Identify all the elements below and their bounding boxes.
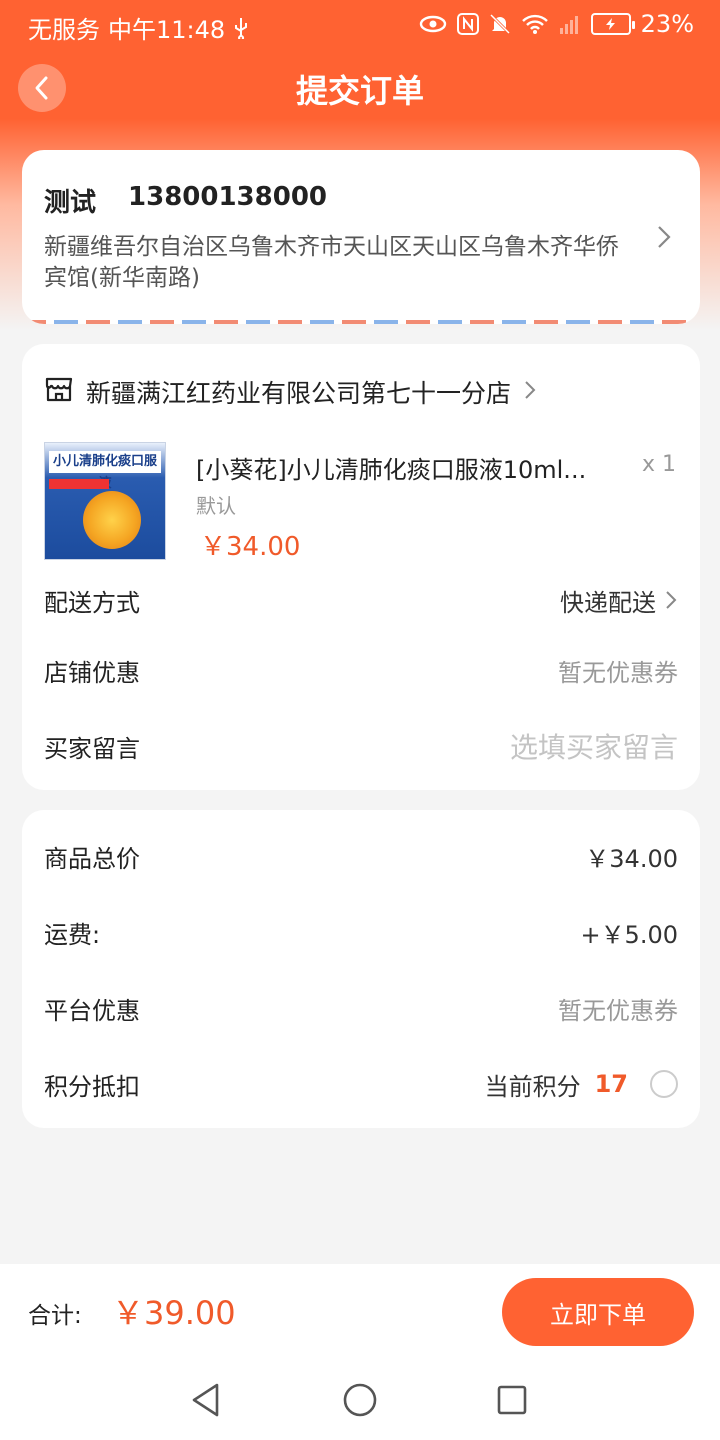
envelope-border — [22, 320, 700, 324]
battery-percent: 23% — [640, 10, 694, 38]
delivery-method-row[interactable]: 配送方式 快递配送 — [44, 580, 678, 620]
shipping-value: +￥5.00 — [580, 920, 678, 949]
total-amount: ￥39.00 — [112, 1294, 236, 1332]
recipient-phone: 13800138000 — [128, 182, 328, 212]
total-label: 合计: — [28, 1303, 82, 1329]
platform-discount-row[interactable]: 平台优惠 暂无优惠券 — [44, 988, 678, 1028]
address-card[interactable]: 测试 13800138000 新疆维吾尔自治区乌鲁木齐市天山区天山区乌鲁木齐华侨… — [22, 150, 700, 324]
goods-total-row: 商品总价 ￥34.00 — [44, 836, 678, 876]
product-price: ￥34.00 — [200, 532, 301, 562]
eye-icon — [419, 15, 447, 33]
product-image-label: 小儿清肺化痰口服液 — [49, 451, 161, 491]
points-value: 17 — [594, 1070, 628, 1098]
delivery-label: 配送方式 — [44, 588, 140, 617]
goods-total-value: ￥34.00 — [585, 844, 678, 873]
platform-discount-label: 平台优惠 — [44, 996, 140, 1025]
chevron-right-icon — [666, 591, 677, 609]
chevron-right-icon — [656, 224, 672, 254]
store-row[interactable]: 新疆满江红药业有限公司第七十一分店 — [44, 374, 537, 410]
home-circle-icon[interactable] — [340, 1380, 380, 1420]
battery-icon — [590, 13, 635, 35]
store-discount-value: 暂无优惠券 — [558, 658, 678, 687]
product-quantity: x 1 — [641, 452, 676, 477]
shipping-row: 运费: +￥5.00 — [44, 912, 678, 952]
back-triangle-icon[interactable] — [186, 1380, 226, 1420]
recipient-name: 测试 — [44, 188, 97, 218]
goods-total-label: 商品总价 — [44, 844, 140, 873]
platform-discount-value: 暂无优惠券 — [558, 996, 678, 1025]
submit-order-button[interactable]: 立即下单 — [502, 1278, 694, 1346]
recents-square-icon[interactable] — [492, 1380, 532, 1420]
wifi-icon — [521, 13, 549, 35]
delivery-value: 快递配送 — [560, 588, 656, 617]
address-detail: 新疆维吾尔自治区乌鲁木齐市天山区天山区乌鲁木齐华侨宾馆(新华南路) — [44, 234, 619, 291]
checkout-footer: 合计: ￥39.00 立即下单 — [0, 1264, 720, 1358]
nfc-icon — [456, 13, 479, 35]
store-icon — [44, 374, 74, 410]
page-title: 提交订单 — [295, 72, 424, 110]
sunflower-mascot — [83, 491, 141, 549]
product-spec: 默认 — [196, 494, 236, 518]
usb-icon — [233, 17, 249, 39]
status-bar: 无服务 中午11:48 23% — [0, 0, 720, 52]
shipping-label: 运费: — [44, 920, 101, 949]
buyer-message-input[interactable]: 选填买家留言 — [510, 726, 678, 766]
store-name: 新疆满江红药业有限公司第七十一分店 — [86, 379, 512, 408]
points-radio[interactable] — [650, 1070, 678, 1098]
points-current-label: 当前积分 — [484, 1072, 581, 1101]
bell-off-icon — [489, 13, 511, 35]
price-summary-card: 商品总价 ￥34.00 运费: +￥5.00 平台优惠 暂无优惠券 积分抵扣 当… — [22, 810, 700, 1128]
signal-icon — [559, 13, 581, 35]
system-navigation-bar — [0, 1358, 720, 1440]
points-label: 积分抵扣 — [44, 1072, 140, 1101]
store-discount-row[interactable]: 店铺优惠 暂无优惠券 — [44, 650, 678, 690]
chevron-right-icon — [523, 378, 537, 407]
clock-text: 中午11:48 — [108, 16, 226, 44]
address-contact: 测试 13800138000 — [44, 182, 327, 219]
points-row: 积分抵扣 当前积分 17 — [44, 1064, 678, 1104]
product-image[interactable]: 小儿清肺化痰口服液 — [44, 442, 166, 560]
buyer-message-label: 买家留言 — [44, 734, 140, 763]
buyer-message-row: 买家留言 选填买家留言 — [44, 726, 678, 766]
product-name[interactable]: [小葵花]小儿清肺化痰口服液10ml... — [196, 450, 626, 485]
store-discount-label: 店铺优惠 — [44, 658, 140, 687]
navigation-bar: 提交订单 — [0, 52, 720, 124]
order-card: 新疆满江红药业有限公司第七十一分店 小儿清肺化痰口服液 [小葵花]小儿清肺化痰口… — [22, 344, 700, 790]
carrier-text: 无服务 — [28, 16, 100, 44]
